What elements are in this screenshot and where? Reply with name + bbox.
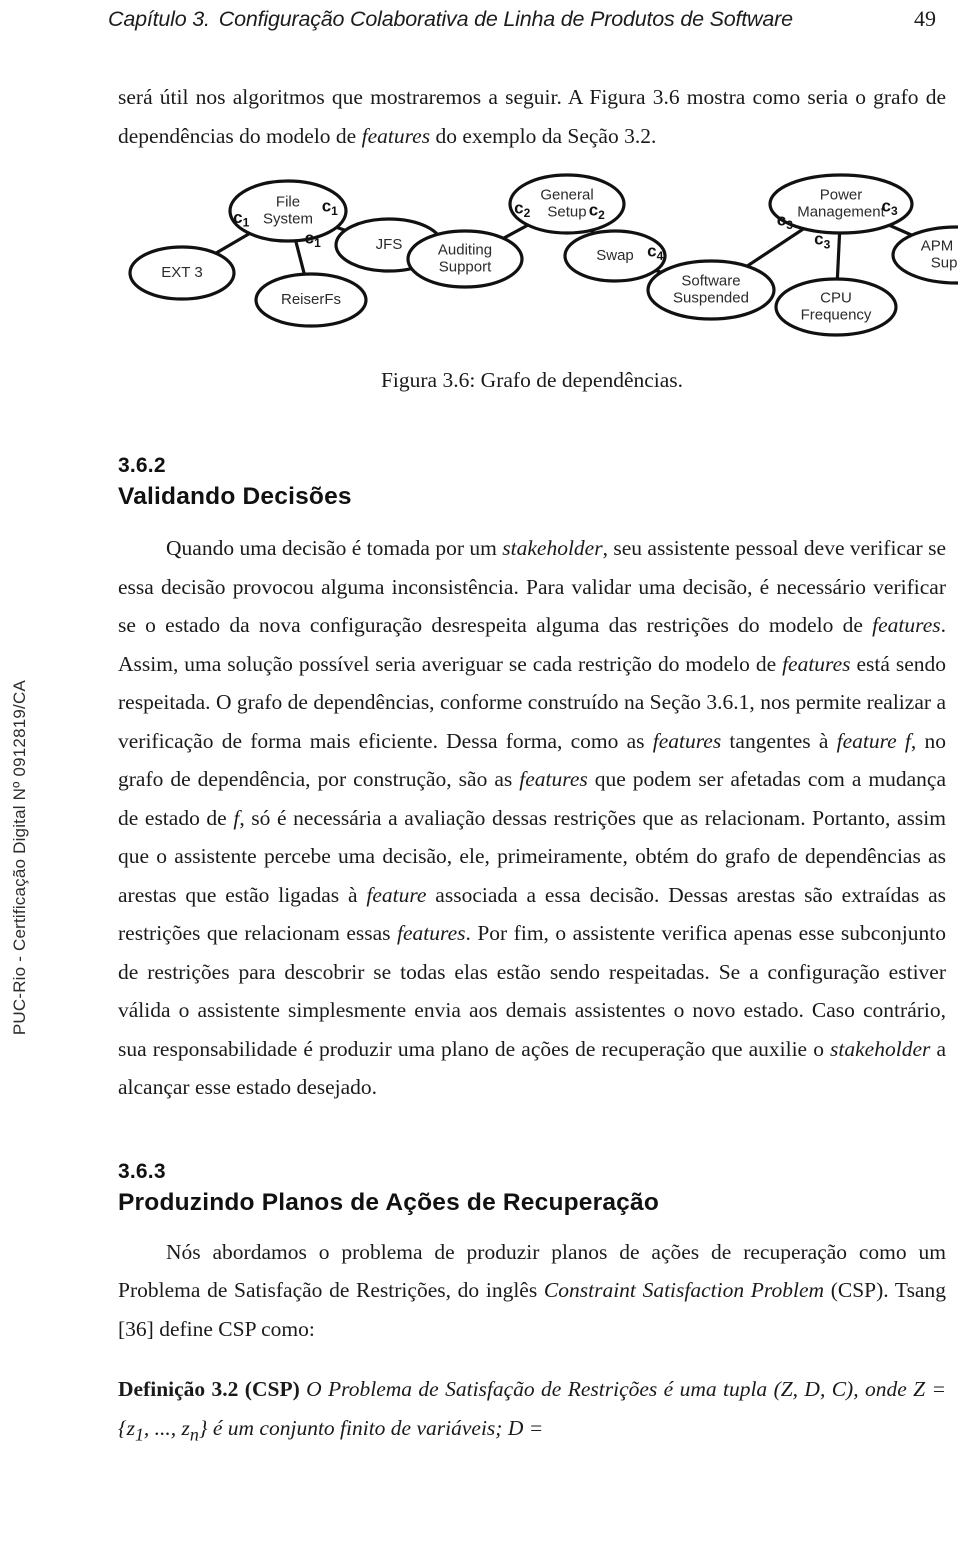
definition-math-z-mid: , ..., z (143, 1415, 190, 1440)
graph-node-label-line: CPU (820, 289, 852, 306)
graph-node-auditing-support: Auditing Support (406, 229, 524, 289)
graph-node-label-line: Software (681, 272, 740, 289)
graph-node-label-line: General (540, 186, 593, 203)
graph-nodes: EXT 3File SystemReiserFsJFS Auditing Suppor… (128, 173, 960, 337)
graph-node-label-line: Setup (547, 203, 586, 220)
definition-body-2: , onde (853, 1377, 914, 1401)
section-3-6-3-paragraph: Nós abordamos o problema de produzir pla… (118, 1233, 946, 1349)
definition-math-D: D (507, 1415, 524, 1440)
section-3-6-2-paragraph: Quando uma decisão é tomada por um stake… (118, 529, 946, 1107)
p362-i9: stakeholder (830, 1036, 931, 1061)
graph-node-label-line: Frequency (801, 306, 872, 323)
graph-node-apm-bios-support: APM BIOSSupport (891, 225, 960, 285)
figure-caption: Figura 3.6: Grafo de dependências. (380, 368, 684, 392)
page-number: 49 (914, 6, 936, 31)
graph-node-cpu-frequency: CPU Frequency (774, 277, 898, 337)
graph-node-label: Auditing Support (438, 241, 492, 275)
intro-features-italic: features (361, 123, 431, 148)
header-chapter-text: Capítulo 3. Configuração Colaborativa de … (108, 7, 793, 32)
graph-edge-label-subscript: 3 (891, 204, 898, 218)
graph-node-label-line: Management (797, 203, 885, 220)
definition-math-zn-sub: n (189, 1423, 199, 1444)
page-running-header: Capítulo 3. Configuração Colaborativa de … (108, 6, 936, 32)
graph-node-label-line: Power (820, 186, 863, 203)
section-heading-3-6-2: 3.6.2 Validando Decisões (118, 451, 946, 513)
puc-rio-certification-watermark: PUC-Rio - Certificação Digital Nº 091281… (10, 680, 29, 1036)
graph-node-label: ReiserFs (281, 291, 341, 308)
definition-body-1: O Problema de Satisfação de Restrições é… (306, 1377, 774, 1401)
p362-s1: Quando uma decisão é tomada por um (166, 536, 503, 560)
graph-edge-label-subscript: 2 (598, 208, 605, 222)
graph-node-label: Swap (596, 247, 634, 264)
graph-node-label-line: File (276, 193, 300, 210)
graph-node-label-line: Swap (596, 247, 634, 264)
p362-i6: features (519, 767, 588, 791)
header-chapter-number: Capítulo 3. (108, 7, 210, 31)
definition-body-3: é um conjunto finito de variáveis; (207, 1415, 508, 1440)
definition-math-ZDC: (Z, D, C) (773, 1377, 854, 1401)
graph-edge-label-subscript: 4 (657, 249, 664, 263)
section-3-6-2-number: 3.6.2 (118, 454, 166, 477)
graph-edge-label-subscript: 1 (243, 216, 250, 230)
page-content: será útil nos algoritmos que mostraremos… (118, 78, 960, 1453)
graph-node-label: Software Suspended (673, 272, 749, 306)
p362-i4: features (652, 728, 722, 753)
p362-i3: features (782, 651, 851, 676)
graph-node-label-line: Support (931, 254, 958, 271)
graph-node-label: JFS (376, 236, 403, 253)
definition-body-4: = (523, 1415, 544, 1440)
dependency-graph-canvas: EXT 3 File System ReiserFs JFS Auditing Suppor… (108, 169, 960, 354)
p362-i1: stakeholder (502, 536, 603, 560)
graph-node-software-suspended: Software Suspended (646, 259, 776, 321)
graph-node-label-line: ReiserFs (281, 291, 341, 308)
graph-node-label-line: Auditing (438, 241, 492, 258)
header-chapter-title: Configuração Colaborativa de Linha de Pr… (218, 7, 793, 31)
graph-node-label-line: Suspended (673, 289, 749, 306)
graph-node-general-setup: General Setup (508, 173, 626, 235)
graph-edge-label-subscript: 1 (331, 204, 338, 218)
graph-node-ext3: EXT 3 (128, 245, 236, 301)
p362-i7: feature (366, 882, 427, 907)
definition-3-2: Definição 3.2 (CSP) O Problema de Satisf… (118, 1370, 946, 1453)
section-3-6-3-number: 3.6.3 (118, 1159, 166, 1183)
graph-edge-label-subscript: 3 (824, 237, 831, 251)
graph-node-label: EXT 3 (161, 264, 202, 281)
graph-node-label: General Setup (540, 186, 593, 220)
p362-s5: tangentes à (721, 728, 837, 753)
p362-i2: features (872, 613, 941, 637)
graph-node-label-line: System (263, 210, 313, 227)
p362-i8: features (397, 921, 466, 945)
graph-node-label-line: APM BIOS (921, 237, 958, 254)
section-3-6-2-title: Validando Decisões (118, 483, 352, 510)
graph-node-label-line: JFS (376, 236, 403, 253)
figure-3-6: EXT 3 File System ReiserFs JFS Auditing Suppor… (118, 169, 960, 393)
section-3-6-3-title: Produzindo Planos de Ações de Recuperaçã… (118, 1188, 659, 1216)
dependency-graph-svg: EXT 3File SystemReiserFsJFS Auditing Suppor… (128, 173, 960, 337)
graph-edge-label-subscript: 3 (786, 218, 793, 232)
intro-paragraph: será útil nos algoritmos que mostraremos… (118, 78, 946, 155)
intro-text-part2: do exemplo da Seção 3.2. (430, 123, 657, 148)
section-heading-3-6-3: 3.6.3 Produzindo Planos de Ações de Recu… (118, 1157, 946, 1219)
definition-label: Definição 3.2 (CSP) (118, 1377, 300, 1401)
graph-edge-label-subscript: 2 (524, 206, 531, 220)
p362-i5: feature (836, 728, 897, 753)
definition-math-z1-sub: 1 (134, 1423, 144, 1444)
p363-i1: Constraint Satisfaction Problem (543, 1278, 825, 1302)
graph-node-reiserfs: ReiserFs (254, 272, 368, 328)
graph-node-label-line: EXT 3 (161, 264, 202, 281)
graph-node-label-line: Support (439, 258, 492, 275)
graph-edge-label-subscript: 1 (314, 236, 321, 250)
